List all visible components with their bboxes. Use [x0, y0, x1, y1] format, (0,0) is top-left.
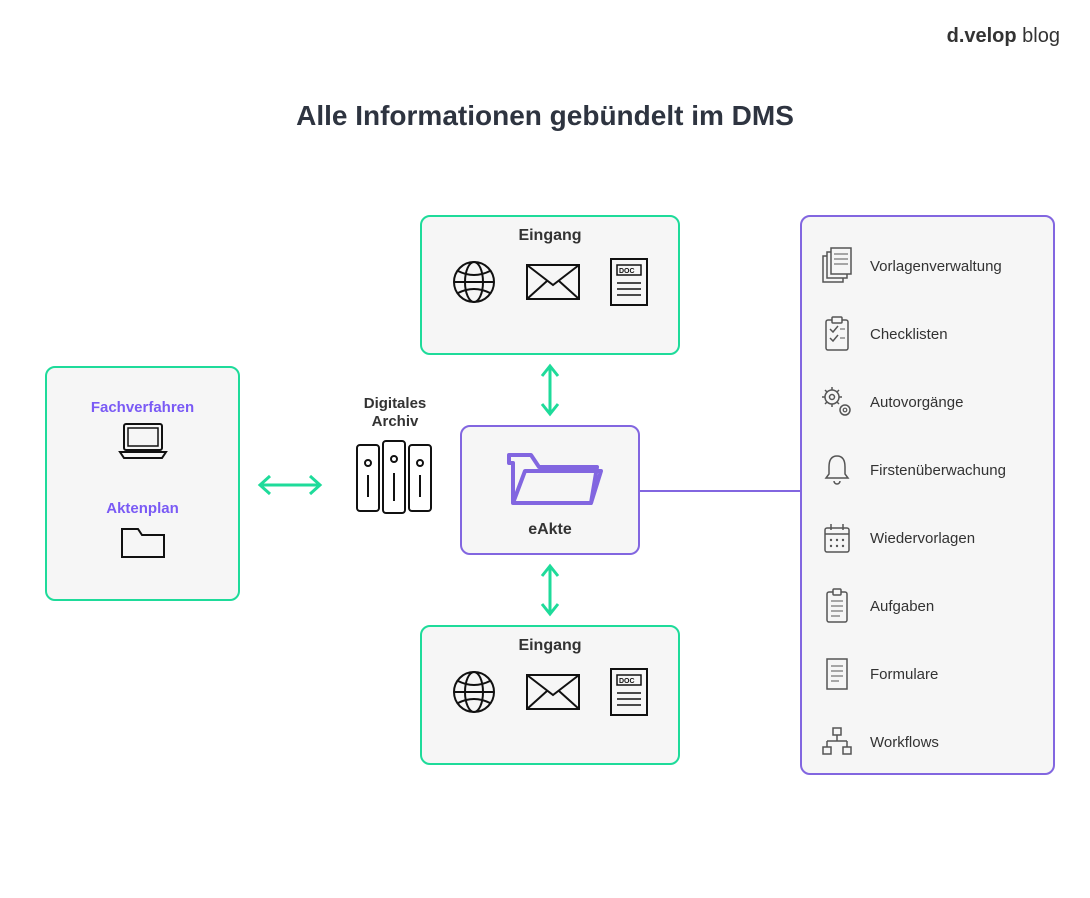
archive-label-2: Archiv	[372, 413, 419, 430]
right-features-panel: Vorlagenverwaltung Checklisten Autovorgä…	[800, 215, 1055, 775]
doc-icon: DOC	[607, 255, 651, 309]
eingang-bottom-box: Eingang DOC	[420, 625, 680, 765]
checklist-icon	[821, 315, 853, 353]
brand-bold: d.velop	[947, 25, 1017, 47]
feature-label: Checklisten	[870, 326, 948, 343]
fachverfahren-item: Fachverfahren	[47, 399, 238, 467]
feature-workflows: Workflows	[812, 708, 1043, 776]
templates-icon	[820, 247, 854, 285]
laptop-icon	[114, 420, 172, 462]
feature-label: Vorlagenverwaltung	[870, 258, 1002, 275]
binders-icon	[345, 431, 445, 521]
feature-formulare: Formulare	[812, 640, 1043, 708]
feature-label: Wiedervorlagen	[870, 530, 975, 547]
gears-icon	[819, 384, 855, 420]
folder-icon	[114, 521, 172, 563]
eingang-top-title: Eingang	[422, 227, 678, 245]
eingang-top-box: Eingang DOC	[420, 215, 680, 355]
feature-firsten: Firstenüberwachung	[812, 436, 1043, 504]
aktenplan-item: Aktenplan	[47, 500, 238, 568]
clipboard-icon	[822, 587, 852, 625]
globe-icon	[449, 257, 499, 307]
svg-text:DOC: DOC	[619, 268, 635, 275]
feature-checklisten: Checklisten	[812, 300, 1043, 368]
aktenplan-label: Aktenplan	[47, 500, 238, 517]
eakte-folder-icon	[495, 441, 605, 517]
digitales-archiv-block: DigitalesArchiv	[335, 395, 455, 526]
globe-icon	[449, 667, 499, 717]
bell-icon	[821, 452, 853, 488]
archive-label-1: Digitales	[364, 395, 427, 412]
arrow-bottom-eakte	[535, 558, 565, 622]
feature-label: Autovorgänge	[870, 394, 963, 411]
arrow-left-archive	[250, 470, 330, 500]
connector-line	[640, 490, 800, 492]
left-sources-box: Fachverfahren Aktenplan	[45, 366, 240, 601]
calendar-icon	[821, 521, 853, 555]
feature-label: Workflows	[870, 734, 939, 751]
doc-icon: DOC	[607, 665, 651, 719]
diagram-title: Alle Informationen gebündelt im DMS	[0, 100, 1090, 132]
feature-vorlagen: Vorlagenverwaltung	[812, 232, 1043, 300]
brand-logo: d.velop blog	[947, 25, 1060, 48]
feature-aufgaben: Aufgaben	[812, 572, 1043, 640]
form-icon	[823, 656, 851, 692]
feature-label: Formulare	[870, 666, 938, 683]
brand-light: blog	[1017, 25, 1060, 47]
feature-label: Firstenüberwachung	[870, 462, 1006, 479]
eakte-box: eAkte	[460, 425, 640, 555]
feature-autovorgaenge: Autovorgänge	[812, 368, 1043, 436]
mail-icon	[523, 261, 583, 303]
fachverfahren-label: Fachverfahren	[47, 399, 238, 416]
feature-wiedervorlagen: Wiedervorlagen	[812, 504, 1043, 572]
workflow-icon	[819, 725, 855, 759]
svg-text:DOC: DOC	[619, 678, 635, 685]
feature-label: Aufgaben	[870, 598, 934, 615]
mail-icon	[523, 671, 583, 713]
eakte-label: eAkte	[528, 521, 572, 539]
eingang-bottom-title: Eingang	[422, 637, 678, 655]
arrow-top-eakte	[535, 358, 565, 422]
